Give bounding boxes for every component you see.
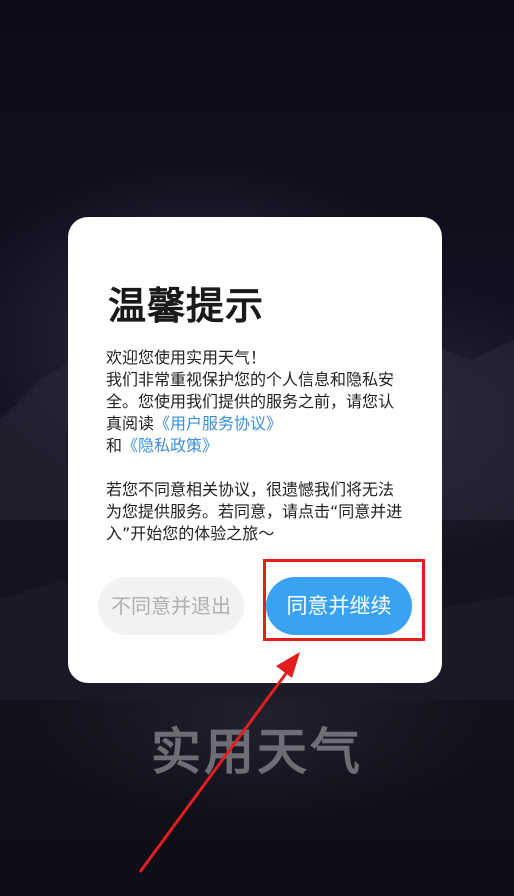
app-name-watermark: 实用天气: [151, 723, 363, 781]
privacy-policy-link[interactable]: 《隐私政策》: [122, 436, 218, 455]
dialog-body: 欢迎您使用实用天气！ 我们非常重视保护您的个人信息和隐私安全。您使用我们提供的服…: [106, 347, 408, 545]
notice-paragraph: 若您不同意相关协议，很遗憾我们将无法为您提供服务。若同意，请点击“同意并进入”开…: [106, 480, 403, 543]
decline-exit-button[interactable]: 不同意并退出: [98, 577, 244, 635]
annotation-highlight-box: [263, 559, 425, 641]
intro-paragraph: 我们非常重视保护您的个人信息和隐私安全。您使用我们提供的服务之前，请您认真阅读《…: [106, 370, 395, 455]
intro-line: 欢迎您使用实用天气！: [106, 348, 267, 367]
dialog-title: 温馨提示: [108, 284, 265, 328]
conjunction-text: 和: [106, 436, 123, 455]
terms-link[interactable]: 《用户服务协议》: [154, 414, 282, 433]
